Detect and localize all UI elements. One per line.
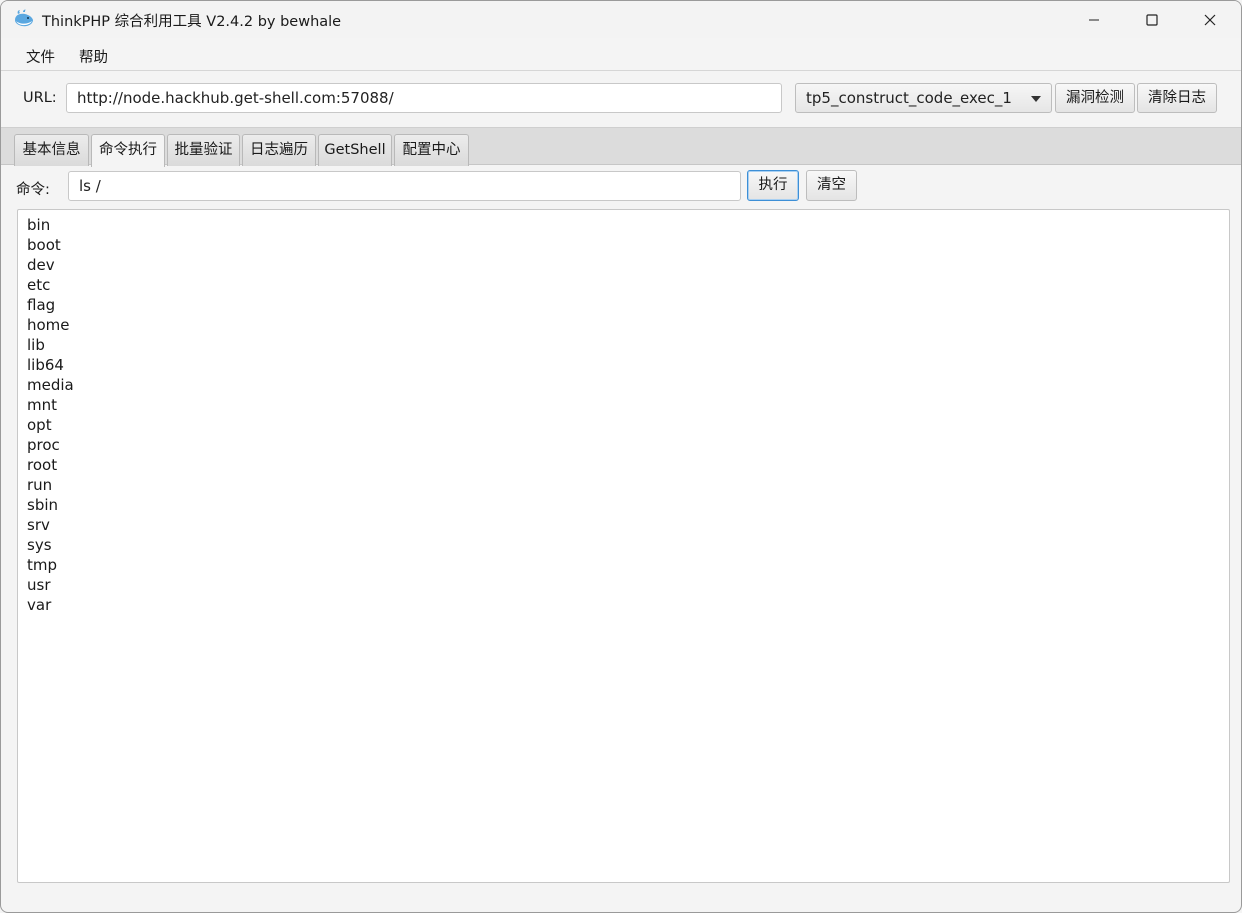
tab-strip: 基本信息 命令执行 批量验证 日志遍历 GetShell 配置中心	[1, 127, 1241, 167]
close-icon	[1204, 14, 1216, 25]
minimize-button[interactable]	[1065, 1, 1123, 38]
output-line: srv	[27, 516, 50, 534]
tab-command-exec[interactable]: 命令执行	[91, 134, 165, 167]
window-title: ThinkPHP 综合利用工具 V2.4.2 by bewhale	[42, 14, 342, 30]
whale-icon	[15, 9, 33, 27]
command-output[interactable]: bin boot dev etc flag home lib lib64 media mnt opt…	[17, 209, 1230, 883]
execute-button[interactable]: 执行	[747, 170, 799, 201]
maximize-icon	[1146, 13, 1158, 26]
tab-log-traverse[interactable]: 日志遍历	[242, 134, 316, 166]
output-line: usr	[27, 576, 51, 594]
chevron-down-icon	[1031, 96, 1041, 102]
output-line: var	[27, 596, 52, 614]
exploit-select-value: tp5_construct_code_exec_1	[806, 89, 1012, 107]
command-label: 命令:	[16, 182, 50, 198]
maximize-button[interactable]	[1123, 1, 1181, 38]
tab-batch-verify[interactable]: 批量验证	[167, 134, 240, 166]
output-line: home	[27, 316, 70, 334]
output-line: media	[27, 376, 74, 394]
output-line: flag	[27, 296, 56, 314]
clear-log-button[interactable]: 清除日志	[1137, 83, 1217, 113]
menu-bar: 文件 帮助	[1, 39, 1241, 71]
clear-output-button[interactable]: 清空	[806, 170, 857, 201]
detect-vuln-button[interactable]: 漏洞检测	[1055, 83, 1135, 113]
output-line: lib	[27, 336, 45, 354]
url-label: URL:	[23, 90, 57, 106]
command-input[interactable]: ls /	[68, 171, 741, 201]
output-line: dev	[27, 256, 55, 274]
minimize-icon	[1089, 19, 1099, 20]
output-line: lib64	[27, 356, 64, 374]
output-line: proc	[27, 436, 60, 454]
exploit-select[interactable]: tp5_construct_code_exec_1	[795, 83, 1052, 113]
title-bar: ThinkPHP 综合利用工具 V2.4.2 by bewhale	[1, 1, 1241, 38]
output-line: sbin	[27, 496, 59, 514]
tab-config-center[interactable]: 配置中心	[394, 134, 469, 166]
output-line: sys	[27, 536, 52, 554]
tab-basic-info[interactable]: 基本信息	[14, 134, 89, 166]
output-line: mnt	[27, 396, 57, 414]
output-line: bin	[27, 216, 51, 234]
output-line: run	[27, 476, 53, 494]
menu-file[interactable]: 文件	[26, 46, 55, 67]
close-button[interactable]	[1181, 1, 1239, 38]
app-window: ThinkPHP 综合利用工具 V2.4.2 by bewhale 文件 帮助 …	[0, 0, 1242, 913]
output-line: tmp	[27, 556, 58, 574]
menu-help[interactable]: 帮助	[79, 46, 108, 67]
url-input[interactable]: http://node.hackhub.get-shell.com:57088/	[66, 83, 782, 113]
output-line: etc	[27, 276, 51, 294]
output-line: boot	[27, 236, 61, 254]
output-line: opt	[27, 416, 52, 434]
output-line: root	[27, 456, 58, 474]
tab-getshell[interactable]: GetShell	[318, 134, 392, 166]
